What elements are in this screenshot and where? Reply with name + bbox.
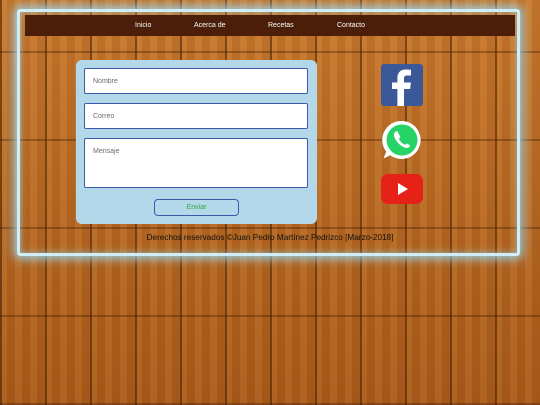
footer-copyright: Derechos reservados ©Juan Pedro Martínez… <box>146 233 394 242</box>
nav-item-inicio[interactable]: Inicio <box>135 15 151 36</box>
nav-item-contacto[interactable]: Contacto <box>337 15 365 36</box>
whatsapp-link[interactable] <box>381 119 423 161</box>
message-field[interactable] <box>84 138 308 188</box>
email-field[interactable] <box>84 103 308 129</box>
submit-button[interactable]: Enviar <box>154 199 239 216</box>
contact-form: Enviar <box>76 60 317 224</box>
name-field[interactable] <box>84 68 308 94</box>
facebook-link[interactable] <box>381 64 423 106</box>
nav-item-acerca-de[interactable]: Acerca de <box>194 15 226 36</box>
facebook-icon <box>381 64 423 106</box>
youtube-link[interactable] <box>381 174 423 204</box>
whatsapp-icon <box>382 120 421 159</box>
nav-item-recetas[interactable]: Recetas <box>268 15 294 36</box>
main-navbar: Inicio Acerca de Recetas Contacto <box>25 15 515 36</box>
youtube-icon <box>381 174 423 204</box>
